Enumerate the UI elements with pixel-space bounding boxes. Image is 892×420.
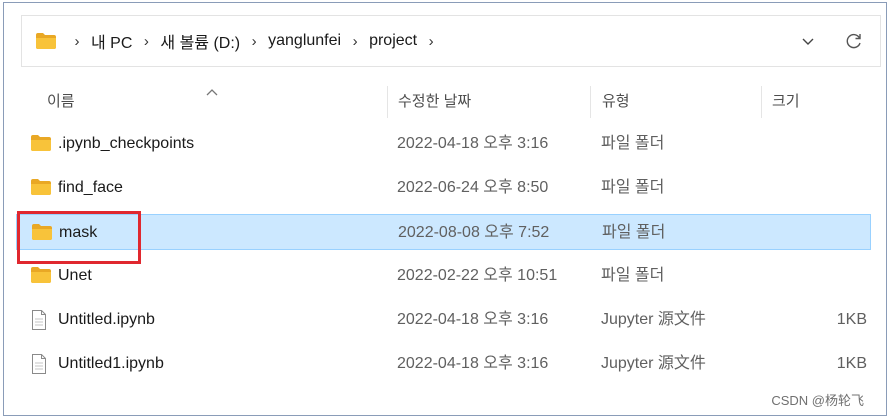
file-type: 파일 폴더 bbox=[601, 267, 665, 284]
file-row[interactable]: find_face 2022-06-24 오후 8:50 파일 폴더 bbox=[16, 170, 871, 206]
chevron-right-icon[interactable]: › bbox=[135, 33, 157, 50]
file-row[interactable]: Untitled.ipynb 2022-04-18 오후 3:16 Jupyter … bbox=[16, 302, 871, 338]
chevron-down-icon[interactable] bbox=[798, 31, 818, 51]
file-date: 2022-08-08 오후 7:52 bbox=[398, 224, 550, 241]
file-date: 2022-04-18 오후 3:16 bbox=[397, 135, 549, 152]
file-name: mask bbox=[59, 224, 98, 241]
column-divider[interactable] bbox=[590, 86, 591, 118]
breadcrumb-item[interactable]: 새 볼륨 (D:) bbox=[157, 29, 243, 53]
chevron-right-icon[interactable]: › bbox=[420, 33, 442, 50]
file-name: Unet bbox=[58, 267, 92, 284]
chevron-right-icon[interactable]: › bbox=[344, 33, 366, 50]
file-date: 2022-02-22 오후 10:51 bbox=[397, 267, 558, 284]
breadcrumb: › 내 PC › 새 볼륨 (D:) › yanglunfei › project › bbox=[66, 16, 442, 66]
column-name[interactable]: 이름 bbox=[47, 86, 75, 118]
folder-icon bbox=[30, 266, 52, 286]
file-row[interactable]: .ipynb_checkpoints 2022-04-18 오후 3:16 파일 폴… bbox=[16, 126, 871, 162]
column-size[interactable]: 크기 bbox=[772, 86, 800, 118]
sort-up-icon bbox=[206, 83, 218, 96]
file-size: 1KB bbox=[836, 355, 867, 372]
file-date: 2022-04-18 오후 3:16 bbox=[397, 311, 549, 328]
file-name: Untitled1.ipynb bbox=[58, 355, 164, 372]
file-row[interactable]: Unet 2022-02-22 오후 10:51 파일 폴더 bbox=[16, 258, 871, 294]
file-type: Jupyter 源文件 bbox=[601, 355, 706, 372]
file-date: 2022-04-18 오후 3:16 bbox=[397, 355, 549, 372]
file-icon bbox=[30, 310, 52, 330]
address-bar[interactable]: › 내 PC › 새 볼륨 (D:) › yanglunfei › project › bbox=[21, 15, 881, 67]
folder-icon bbox=[31, 223, 53, 243]
file-name: find_face bbox=[58, 179, 123, 196]
file-name: Untitled.ipynb bbox=[58, 311, 155, 328]
chevron-right-icon[interactable]: › bbox=[66, 33, 88, 50]
breadcrumb-item[interactable]: project bbox=[366, 32, 420, 50]
file-date: 2022-06-24 오후 8:50 bbox=[397, 179, 549, 196]
file-type: Jupyter 源文件 bbox=[601, 311, 706, 328]
file-type: 파일 폴더 bbox=[601, 179, 665, 196]
file-type: 파일 폴더 bbox=[602, 224, 666, 241]
watermark: CSDN @杨轮飞 bbox=[771, 393, 864, 408]
column-header: 이름 수정한 날짜 유형 크기 bbox=[4, 83, 886, 118]
chevron-right-icon[interactable]: › bbox=[243, 33, 265, 50]
file-size: 1KB bbox=[836, 311, 867, 328]
breadcrumb-item[interactable]: yanglunfei bbox=[265, 32, 344, 50]
column-date[interactable]: 수정한 날짜 bbox=[398, 86, 471, 118]
file-name: .ipynb_checkpoints bbox=[58, 135, 195, 152]
file-icon bbox=[30, 354, 52, 374]
folder-icon bbox=[35, 32, 57, 50]
explorer-window: › 내 PC › 새 볼륨 (D:) › yanglunfei › project › 이름 수… bbox=[3, 2, 887, 416]
file-type: 파일 폴더 bbox=[601, 135, 665, 152]
column-divider[interactable] bbox=[387, 86, 388, 118]
column-type[interactable]: 유형 bbox=[602, 86, 630, 118]
refresh-icon[interactable] bbox=[844, 31, 864, 51]
column-divider[interactable] bbox=[761, 86, 762, 118]
folder-icon bbox=[30, 178, 52, 198]
breadcrumb-item[interactable]: 내 PC bbox=[88, 29, 135, 53]
file-row[interactable]: Untitled1.ipynb 2022-04-18 오후 3:16 Jupyter… bbox=[16, 346, 871, 382]
file-row[interactable]: mask 2022-08-08 오후 7:52 파일 폴더 bbox=[16, 214, 871, 250]
folder-icon bbox=[30, 134, 52, 154]
